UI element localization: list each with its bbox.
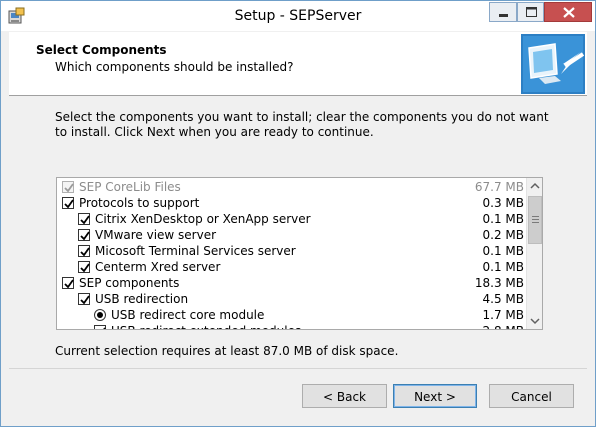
component-checkbox[interactable]	[94, 325, 106, 329]
checkmark-icon	[64, 279, 74, 289]
component-checkbox	[62, 181, 74, 193]
component-row[interactable]: Protocols to support 0.3 MB	[57, 195, 526, 211]
checkmark-icon	[80, 247, 90, 257]
component-size: 0.1 MB	[482, 244, 524, 258]
component-checkbox[interactable]	[78, 293, 90, 305]
component-row[interactable]: SEP components 18.3 MB	[57, 275, 526, 291]
component-checkbox[interactable]	[78, 261, 90, 273]
component-checkbox[interactable]	[78, 213, 90, 225]
scroll-up-button[interactable]	[527, 178, 542, 195]
checkmark-icon	[80, 231, 90, 241]
page-title: Select Components	[36, 43, 167, 57]
checkmark-icon	[64, 183, 74, 193]
component-row: SEP CoreLib Files 67.7 MB	[57, 179, 526, 195]
component-size: 0.3 MB	[482, 196, 524, 210]
component-label: USB redirect core module	[111, 308, 265, 322]
checkmark-icon	[103, 327, 106, 329]
checkmark-icon	[80, 215, 90, 225]
component-size: 67.7 MB	[474, 180, 524, 194]
computer-arrow-icon	[521, 34, 585, 94]
setup-window: Setup - SEPServer Select Components Whic…	[0, 0, 596, 427]
maximize-icon	[526, 7, 537, 10]
maximize-button[interactable]	[517, 2, 544, 22]
component-row[interactable]: VMware view server 0.2 MB	[57, 227, 526, 243]
next-button[interactable]: Next >	[393, 384, 477, 408]
component-label: Centerm Xred server	[95, 260, 221, 274]
component-size: 0.2 MB	[482, 228, 524, 242]
component-radio[interactable]	[94, 309, 106, 321]
component-label: USB redirect extended modules	[111, 323, 301, 329]
component-label: Citrix XenDesktop or XenApp server	[95, 212, 311, 226]
close-button[interactable]	[544, 2, 592, 22]
disk-space-label: Current selection requires at least 87.0…	[55, 344, 399, 358]
component-row[interactable]: Centerm Xred server 0.1 MB	[57, 259, 526, 275]
vertical-scrollbar[interactable]	[526, 178, 542, 329]
checkmark-icon	[80, 263, 90, 273]
instructions-text: Select the components you want to instal…	[55, 110, 549, 139]
component-size: 0.1 MB	[482, 260, 524, 274]
component-checkbox[interactable]	[62, 197, 74, 209]
component-size: 18.3 MB	[474, 276, 524, 290]
component-size: 2.8 MB	[483, 323, 524, 329]
checkmark-icon	[80, 295, 90, 305]
component-label: Micosoft Terminal Services server	[95, 244, 296, 258]
component-label: SEP components	[79, 276, 180, 290]
component-row[interactable]: Citrix XenDesktop or XenApp server 0.1 MB	[57, 211, 526, 227]
checkmark-icon	[64, 199, 74, 209]
component-row[interactable]: Micosoft Terminal Services server 0.1 MB	[57, 243, 526, 259]
title-bar[interactable]: Setup - SEPServer	[1, 1, 595, 31]
components-list[interactable]: USB redirect extended modules2.8 MBUSB r…	[56, 177, 543, 330]
scroll-down-button[interactable]	[527, 312, 542, 329]
component-checkbox[interactable]	[62, 277, 74, 289]
component-row[interactable]: USB redirect core module 1.7 MB	[57, 307, 526, 323]
back-button[interactable]: < Back	[302, 384, 387, 408]
component-row[interactable]: USB redirect extended modules 2.8 MB	[57, 323, 526, 329]
chevron-up-icon	[530, 182, 540, 189]
component-checkbox[interactable]	[78, 229, 90, 241]
cancel-button[interactable]: Cancel	[489, 384, 574, 408]
scroll-thumb[interactable]	[528, 196, 542, 244]
component-label: USB redirection	[95, 292, 189, 306]
minimize-icon	[499, 14, 508, 17]
component-label: VMware view server	[95, 228, 217, 242]
component-size: 0.1 MB	[482, 212, 524, 226]
component-label: SEP CoreLib Files	[79, 180, 181, 194]
component-label: Protocols to support	[79, 196, 200, 210]
close-icon	[563, 7, 575, 18]
page-subtitle: Which components should be installed?	[55, 60, 294, 74]
component-checkbox[interactable]	[78, 245, 90, 257]
component-size: 1.7 MB	[482, 308, 524, 322]
component-size: 4.5 MB	[482, 292, 524, 306]
chevron-down-icon	[530, 318, 540, 325]
component-row[interactable]: USB redirection 4.5 MB	[57, 291, 526, 307]
minimize-button[interactable]	[489, 2, 517, 22]
footer-divider	[9, 368, 587, 369]
wizard-header: Select Components Which components shoul…	[9, 32, 587, 96]
